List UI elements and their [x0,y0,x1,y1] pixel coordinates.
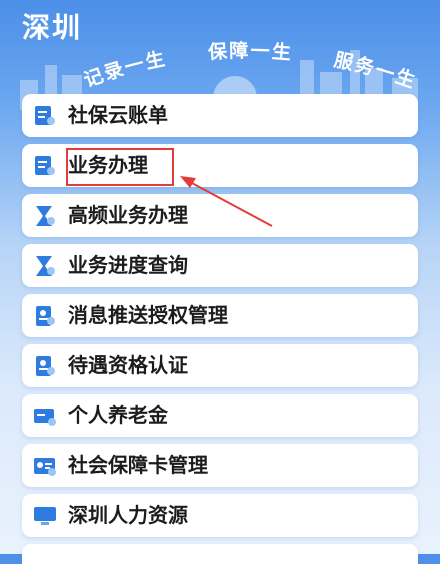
bill-icon [35,106,55,125]
slogan-3: 服务一生 [332,49,418,93]
menu-item-label: 高频业务办理 [68,203,188,227]
menu-item-cloud-bill[interactable]: 社保云账单 [22,94,418,137]
business-icon [35,156,55,175]
menu-item-qualification[interactable]: 待遇资格认证 [22,344,418,387]
slogan-1: 记录一生 [81,47,167,92]
menu-item-partial[interactable] [22,544,418,564]
message-auth-icon [36,306,55,326]
pension-card-icon [34,409,56,426]
menu-item-label: 社保云账单 [68,103,168,127]
menu-item-label: 业务进度查询 [68,253,188,277]
svg-text:记录一生: 记录一生 [81,47,169,92]
menu-item-ssc-card[interactable]: 社会保障卡管理 [22,444,418,487]
certification-icon [36,356,55,376]
monitor-icon [34,507,56,525]
menu-item-message-auth[interactable]: 消息推送授权管理 [22,294,418,337]
svg-text:保障一生: 保障一生 [206,39,294,64]
menu-item-pension[interactable]: 个人养老金 [22,394,418,437]
highlight-box [66,148,174,186]
menu-item-label: 社会保障卡管理 [68,453,208,477]
svg-text:服务一生: 服务一生 [332,49,420,93]
menu-item-frequent-business[interactable]: 高频业务办理 [22,194,418,237]
id-card-icon [34,458,56,476]
hourglass-search-icon [36,256,55,276]
menu-item-label: 待遇资格认证 [68,353,188,377]
menu-item-label: 个人养老金 [68,403,168,427]
hourglass-icon [36,206,55,226]
menu-item-label: 深圳人力资源 [68,503,188,527]
slogan-2: 保障一生 [206,39,292,64]
menu-item-hr[interactable]: 深圳人力资源 [22,494,418,537]
menu-item-label: 消息推送授权管理 [68,303,228,327]
menu-item-progress-query[interactable]: 业务进度查询 [22,244,418,287]
